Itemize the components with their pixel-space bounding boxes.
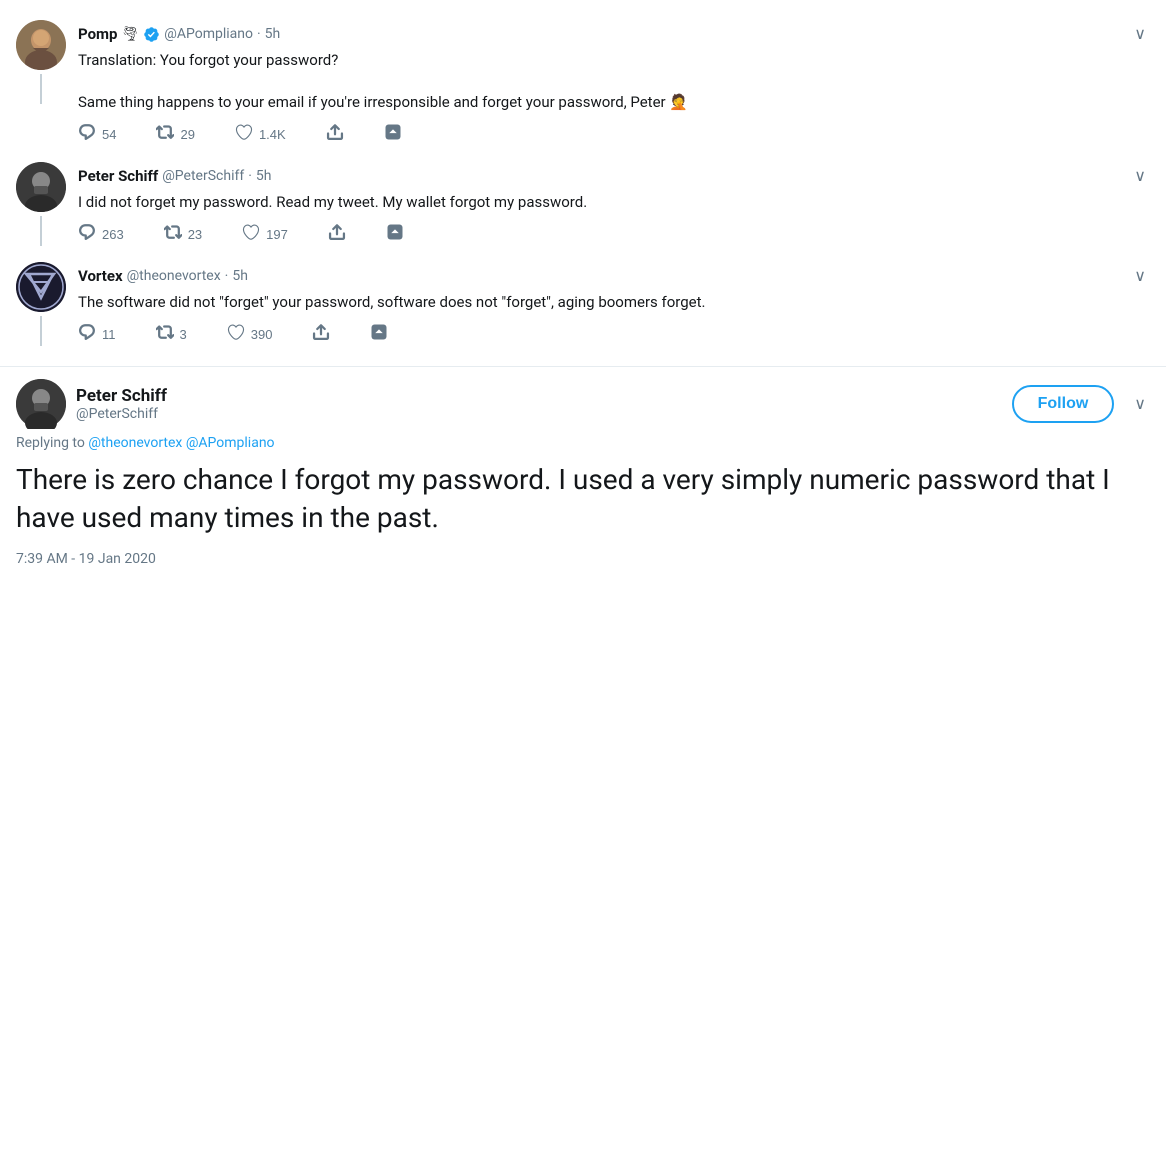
retweet-count-peter-1: 23 <box>188 227 202 242</box>
main-tweet-header: Peter Schiff @PeterSchiff Follow ∨ <box>16 379 1150 429</box>
username-pomp: @APompliano <box>164 26 253 42</box>
verified-icon-pomp <box>143 26 160 43</box>
like-count-pomp: 1.4K <box>259 127 286 142</box>
dm-btn-vortex[interactable] <box>312 323 330 346</box>
replying-to-label: Replying to <box>16 435 85 451</box>
thread-line-3 <box>40 316 42 346</box>
tweet-peter-1: Peter Schiff @PeterSchiff · 5h ∨ I did n… <box>16 154 1150 254</box>
chevron-btn-pomp[interactable]: ∨ <box>1130 20 1150 48</box>
reply-count-vortex: 11 <box>102 327 116 342</box>
chevron-btn-peter-1[interactable]: ∨ <box>1130 162 1150 190</box>
dm-icon-3 <box>312 323 330 346</box>
tweet-actions-vortex: 11 3 390 <box>78 323 1150 346</box>
avatar-peter-1 <box>16 162 66 212</box>
tweet-thread: Pomp 🌪 @APompliano · 5h ∨ Translation: Y… <box>0 0 1166 366</box>
like-count-vortex: 390 <box>251 327 273 342</box>
main-tweet-body: There is zero chance I forgot my passwor… <box>16 461 1150 537</box>
retweet-icon-2 <box>164 223 182 246</box>
tweet-body-pomp: Translation: You forgot your password? S… <box>78 50 1150 113</box>
tweet-content-vortex: Vortex @theonevortex · 5h ∨ The software… <box>78 262 1150 346</box>
more-icon-2 <box>386 223 404 246</box>
retweet-icon <box>156 123 174 146</box>
tweet-content-pomp: Pomp 🌪 @APompliano · 5h ∨ Translation: Y… <box>78 20 1150 146</box>
thread-line-1 <box>40 74 42 104</box>
tweet-header-peter-1: Peter Schiff @PeterSchiff · 5h ∨ <box>78 162 1150 190</box>
reply-icon-3 <box>78 323 96 346</box>
main-tweet-profile: Peter Schiff @PeterSchiff <box>16 379 167 429</box>
like-icon-2 <box>242 223 260 246</box>
avatar-vortex <box>16 262 66 312</box>
follow-button[interactable]: Follow <box>1012 385 1115 423</box>
username-peter-1: @PeterSchiff <box>162 168 244 184</box>
chevron-btn-main[interactable]: ∨ <box>1130 390 1150 418</box>
reply-btn-pomp[interactable]: 54 <box>78 123 116 146</box>
like-icon-3 <box>227 323 245 346</box>
reply-btn-vortex[interactable]: 11 <box>78 323 116 346</box>
more-icon <box>384 123 402 146</box>
tweet-vortex: Vortex @theonevortex · 5h ∨ The software… <box>16 254 1150 354</box>
tweet-header-pomp: Pomp 🌪 @APompliano · 5h ∨ <box>78 20 1150 48</box>
retweet-btn-peter-1[interactable]: 23 <box>164 223 202 246</box>
like-btn-pomp[interactable]: 1.4K <box>235 123 286 146</box>
retweet-btn-pomp[interactable]: 29 <box>156 123 194 146</box>
thread-line-2 <box>40 216 42 246</box>
chevron-btn-vortex[interactable]: ∨ <box>1130 262 1150 290</box>
main-tweet-actions: Follow ∨ <box>1012 385 1150 423</box>
like-btn-vortex[interactable]: 390 <box>227 323 273 346</box>
reply-icon-2 <box>78 223 96 246</box>
reply-btn-peter-1[interactable]: 263 <box>78 223 124 246</box>
tweet-body-peter-1: I did not forget my password. Read my tw… <box>78 192 1150 213</box>
main-username: @PeterSchiff <box>76 406 167 422</box>
avatar-peter-main <box>16 379 66 429</box>
tweet-timestamp: 7:39 AM - 19 Jan 2020 <box>16 551 1150 567</box>
more-btn-vortex[interactable] <box>370 323 388 346</box>
time-peter-1: 5h <box>256 168 272 184</box>
main-display-name: Peter Schiff <box>76 386 167 406</box>
display-name-peter-1: Peter Schiff <box>78 167 158 185</box>
reply-icon <box>78 123 96 146</box>
username-vortex: @theonevortex <box>127 268 221 284</box>
dm-icon <box>326 123 344 146</box>
retweet-btn-vortex[interactable]: 3 <box>156 323 187 346</box>
retweet-count-pomp: 29 <box>180 127 194 142</box>
tweet-actions-pomp: 54 29 1.4K <box>78 123 1150 146</box>
retweet-icon-3 <box>156 323 174 346</box>
more-btn-pomp[interactable] <box>384 123 402 146</box>
time-vortex: 5h <box>232 268 248 284</box>
retweet-count-vortex: 3 <box>180 327 187 342</box>
avatar-pomp <box>16 20 66 70</box>
display-name-vortex: Vortex <box>78 267 123 285</box>
like-count-peter-1: 197 <box>266 227 288 242</box>
like-btn-peter-1[interactable]: 197 <box>242 223 288 246</box>
reply-count-peter-1: 263 <box>102 227 124 242</box>
timestamp-link[interactable]: 7:39 AM - 19 Jan 2020 <box>16 551 156 567</box>
dm-icon-2 <box>328 223 346 246</box>
replying-to-handles[interactable]: @theonevortex @APompliano <box>88 435 274 451</box>
time-pomp: 5h <box>265 26 281 42</box>
replying-to: Replying to @theonevortex @APompliano <box>16 435 1150 451</box>
more-btn-peter-1[interactable] <box>386 223 404 246</box>
tweet-actions-peter-1: 263 23 197 <box>78 223 1150 246</box>
display-name-pomp: Pomp <box>78 25 117 43</box>
like-icon <box>235 123 253 146</box>
tweet-content-peter-1: Peter Schiff @PeterSchiff · 5h ∨ I did n… <box>78 162 1150 246</box>
tweet-body-vortex: The software did not "forget" your passw… <box>78 292 1150 313</box>
tweet-header-vortex: Vortex @theonevortex · 5h ∨ <box>78 262 1150 290</box>
tweet-pomp: Pomp 🌪 @APompliano · 5h ∨ Translation: Y… <box>16 12 1150 154</box>
dm-btn-pomp[interactable] <box>326 123 344 146</box>
reply-count-pomp: 54 <box>102 127 116 142</box>
main-tweet-section: Peter Schiff @PeterSchiff Follow ∨ Reply… <box>0 366 1166 579</box>
dm-btn-peter-1[interactable] <box>328 223 346 246</box>
pomp-emoji: 🌪 <box>121 26 139 42</box>
more-icon-3 <box>370 323 388 346</box>
main-tweet-name-block: Peter Schiff @PeterSchiff <box>76 386 167 422</box>
